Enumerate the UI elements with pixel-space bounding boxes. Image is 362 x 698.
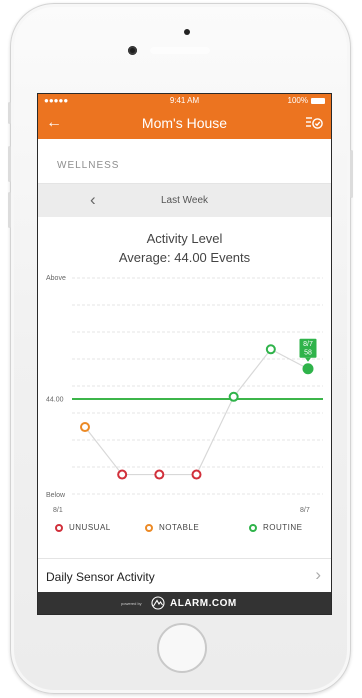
chart-grid: [72, 277, 323, 495]
x-start-label: 8/1: [53, 507, 63, 514]
legend-label: ROUTINE: [263, 523, 303, 532]
data-point-unusual[interactable]: [154, 469, 165, 480]
home-button[interactable]: [157, 623, 207, 673]
app-screen: ●●●●● 9:41 AM 100% ← Mom's House WELLNES…: [37, 93, 332, 615]
legend-ring-unusual: [55, 523, 63, 532]
daily-sensor-activity-label: Daily Sensor Activity: [46, 570, 155, 584]
powered-by-text: powered by: [121, 601, 142, 606]
legend-ring-notable: [145, 523, 153, 532]
activity-chart: Above Below 44.00 8/1 8/7 8/7 58: [46, 275, 323, 514]
data-points: [80, 344, 314, 480]
legend-ring-routine: [249, 523, 257, 532]
front-camera: [128, 46, 137, 55]
tooltip-pointer: [305, 357, 311, 362]
value-tooltip: 8/7 58: [299, 338, 317, 362]
tooltip-date: 8/7: [303, 341, 313, 348]
legend-unusual: UNUSUAL: [55, 523, 111, 532]
volume-up-button: [8, 146, 11, 182]
legend-notable: NOTABLE: [145, 523, 199, 532]
legend-label: UNUSUAL: [69, 523, 111, 532]
data-point-routine[interactable]: [265, 344, 276, 355]
proximity-sensor: [184, 29, 190, 35]
tooltip-value: 58: [304, 350, 312, 357]
average-label: 44.00: [46, 396, 64, 403]
data-point-routine[interactable]: [228, 391, 239, 402]
earpiece-speaker: [150, 47, 210, 54]
y-top-label: Above: [46, 275, 66, 282]
power-button: [350, 150, 353, 198]
data-point-notable[interactable]: [80, 422, 90, 433]
x-end-label: 8/7: [300, 507, 310, 514]
data-point-unusual[interactable]: [117, 469, 128, 480]
chevron-right-icon: ›: [315, 565, 321, 584]
footer-bar: powered by ALARM.COM: [38, 592, 331, 614]
legend-label: NOTABLE: [159, 523, 200, 532]
series-line: [84, 348, 309, 476]
data-point-unusual[interactable]: [191, 469, 202, 480]
footer-brand: ALARM.COM: [170, 598, 237, 609]
data-point-routine[interactable]: [302, 363, 314, 375]
alarm-com-logo-icon: [151, 596, 165, 610]
mute-switch: [8, 102, 11, 124]
y-bottom-label: Below: [46, 492, 66, 499]
daily-sensor-activity-row[interactable]: Daily Sensor Activity ›: [38, 558, 331, 593]
legend-routine: ROUTINE: [249, 523, 303, 532]
volume-down-button: [8, 192, 11, 228]
